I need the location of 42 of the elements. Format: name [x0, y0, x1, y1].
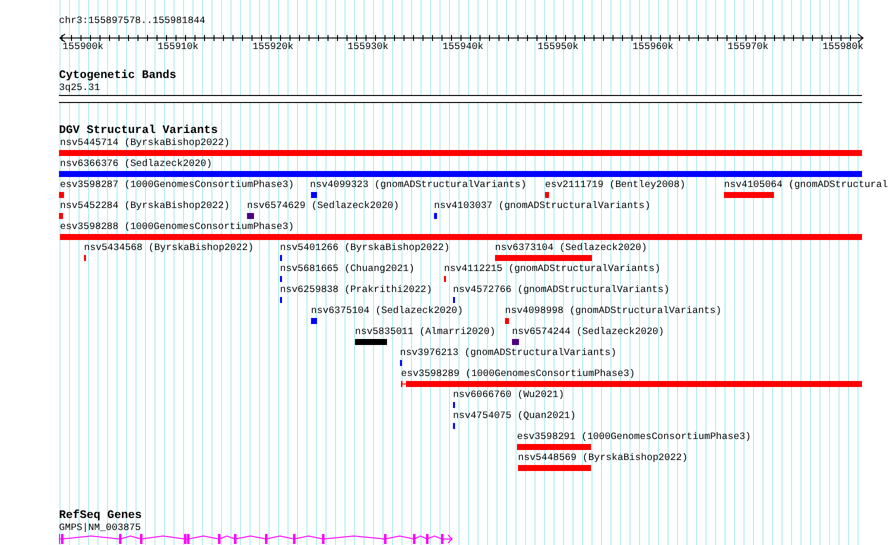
variant-label: nsv6574244 (Sedlazeck2020) — [512, 326, 664, 338]
variant-label: nsv6259838 (Prakrithi2022) — [280, 284, 432, 296]
variant-label: esv2111719 (Bentley2008) — [545, 179, 686, 191]
ruler-label: 155900k — [62, 41, 104, 52]
ruler-label: 155960k — [632, 41, 674, 52]
variant-label: esv3598289 (1000GenomesConsortiumPhase3) — [401, 368, 636, 380]
ruler-label: 155940k — [442, 41, 484, 52]
band-label: 3q25.31 — [59, 82, 101, 94]
variant-label: nsv5401266 (ByrskaBishop2022) — [280, 242, 450, 254]
location-label: chr3:155897578..155981844 — [59, 15, 206, 27]
variant-label: esv3598291 (1000GenomesConsortiumPhase3) — [517, 431, 752, 443]
variant-label: nsv5448569 (ByrskaBishop2022) — [518, 452, 688, 464]
variant-label: nsv6066760 (Wu2021) — [453, 389, 564, 401]
ruler-label: 155910k — [158, 41, 198, 52]
variant-label: nsv4112215 (gnomADStructuralVariants) — [444, 263, 660, 275]
variant-label: nsv4103037 (gnomADStructuralVariants) — [434, 200, 650, 212]
variant-label: nsv6366376 (Sedlazeck2020) — [60, 158, 212, 170]
variant-label: nsv4754075 (Quan2021) — [453, 410, 576, 422]
variant-label: nsv5452284 (ByrskaBishop2022) — [60, 200, 230, 212]
track-title: Cytogenetic Bands — [59, 69, 178, 82]
ruler-label: 155950k — [538, 41, 578, 52]
variant-label: esv3598287 (1000GenomesConsortiumPhase3) — [60, 179, 294, 191]
variant-label: nsv5681665 (Chuang2021) — [280, 263, 415, 275]
ruler-label: 155970k — [728, 41, 768, 52]
variant-label: nsv6375104 (Sedlazeck2020) — [311, 305, 464, 317]
ruler-label: 155920k — [252, 41, 294, 52]
variant-label: esv3598288 (1000GenomesConsortiumPhase3) — [60, 221, 294, 233]
variant-label: nsv4098998 (gnomADStructuralVariants) — [505, 305, 722, 317]
variant-label: nsv3976213 (gnomADStructuralVariants) — [400, 347, 616, 359]
variant-label: nsv4572766 (gnomADStructuralVariants) — [453, 284, 670, 296]
variant-label: nsv4105064 (gnomADStructural — [724, 179, 888, 191]
track-title: DGV Structural Variants — [59, 124, 219, 137]
variant-label: nsv4099323 (gnomADStructuralVariants) — [310, 179, 526, 191]
track-title: RefSeq Genes — [59, 509, 143, 522]
variant-label: nsv6574629 (Sedlazeck2020) — [247, 200, 400, 212]
variant-label: nsv5835011 (Almarri2020) — [355, 326, 496, 338]
variant-label: nsv5445714 (ByrskaBishop2022) — [60, 137, 230, 149]
ruler-label: 155980k — [822, 41, 864, 52]
variant-label: nsv5434568 (ByrskaBishop2022) — [84, 242, 254, 254]
gene-label: GMPS|NM_003875 — [59, 522, 142, 533]
variant-label: nsv6373104 (Sedlazeck2020) — [495, 242, 648, 254]
ruler-label: 155930k — [348, 41, 388, 52]
